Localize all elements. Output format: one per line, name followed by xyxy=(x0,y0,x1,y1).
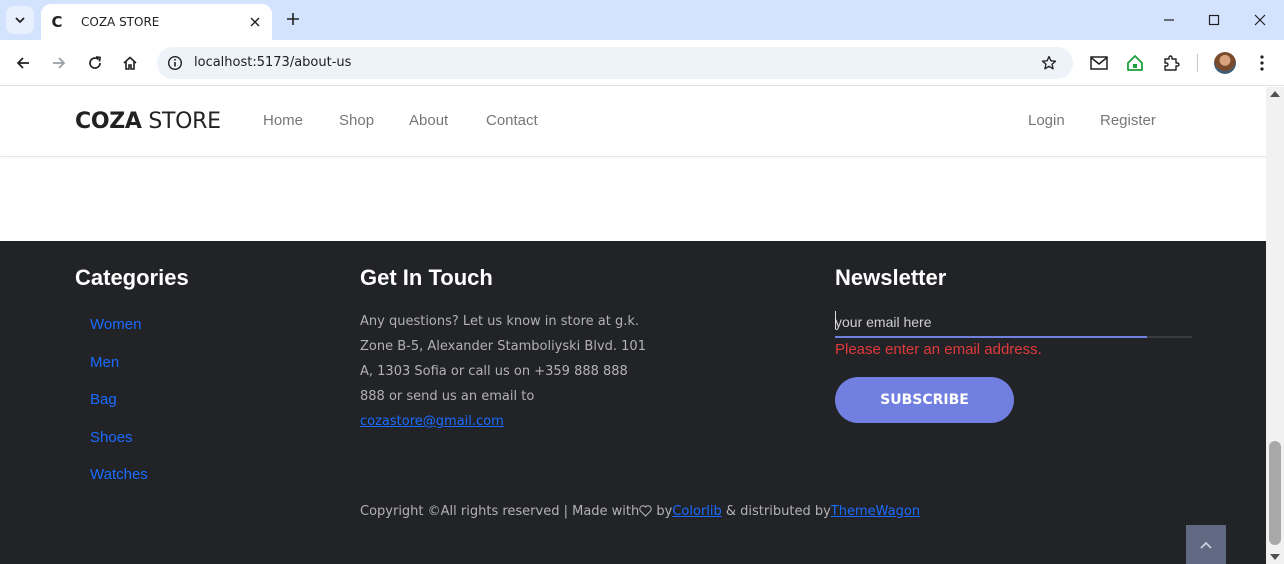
more-menu-icon[interactable] xyxy=(1250,51,1274,75)
contact-line: Zone B-5, Alexander Stamboliyski Blvd. 1… xyxy=(360,339,646,354)
browser-tab-bar: C COZA STORE xyxy=(0,0,1284,40)
close-icon xyxy=(250,17,260,27)
chevron-up-icon xyxy=(1200,541,1212,549)
nav-contact-link[interactable]: Contact xyxy=(486,112,538,129)
new-tab-button[interactable] xyxy=(282,8,304,30)
site-header: COZA STORE Home Shop About Contact Login… xyxy=(0,87,1266,157)
category-link-bag[interactable]: Bag xyxy=(90,391,117,408)
email-error-message: Please enter an email address. xyxy=(835,341,1042,358)
nav-home-link[interactable]: Home xyxy=(263,112,303,129)
categories-heading: Categories xyxy=(75,265,189,290)
home-button[interactable] xyxy=(116,49,144,77)
themewagon-link[interactable]: ThemeWagon xyxy=(831,504,920,519)
contact-line: A, 1303 Sofia or call us on +359 888 888 xyxy=(360,364,628,379)
home-icon xyxy=(123,56,137,70)
colorlib-link[interactable]: Colorlib xyxy=(672,504,721,519)
maximize-button[interactable] xyxy=(1191,0,1237,40)
page-scrollbar[interactable] xyxy=(1266,87,1284,564)
newsletter-email-input[interactable] xyxy=(835,307,1192,337)
site-logo[interactable]: COZA STORE xyxy=(75,109,221,134)
copyright-text: Copyright ©All rights reserved | Made wi… xyxy=(360,504,921,519)
reload-icon xyxy=(89,56,101,69)
gmail-extension-icon[interactable] xyxy=(1087,51,1111,75)
minimize-button[interactable] xyxy=(1146,0,1192,40)
browser-toolbar: localhost:5173/about-us xyxy=(0,40,1284,86)
nav-shop-link[interactable]: Shop xyxy=(339,112,374,129)
chevron-down-icon xyxy=(15,17,25,24)
toolbar-divider xyxy=(1197,54,1198,72)
text-caret xyxy=(835,311,836,329)
arrow-right-icon xyxy=(53,57,66,69)
scroll-up-arrow-icon[interactable] xyxy=(1270,91,1280,97)
tab-search-button[interactable] xyxy=(6,6,34,34)
plus-icon xyxy=(287,13,299,25)
profile-avatar[interactable] xyxy=(1214,52,1236,74)
close-tab-button[interactable] xyxy=(246,13,264,31)
forward-button[interactable] xyxy=(45,49,73,77)
category-link-women[interactable]: Women xyxy=(90,316,141,333)
contact-info: Any questions? Let us know in store at g… xyxy=(360,309,660,434)
scroll-down-arrow-icon[interactable] xyxy=(1270,554,1280,560)
close-window-button[interactable] xyxy=(1237,0,1283,40)
tab-title: COZA STORE xyxy=(81,15,160,29)
heart-icon xyxy=(639,505,652,517)
address-bar[interactable]: localhost:5173/about-us xyxy=(157,47,1073,79)
register-link[interactable]: Register xyxy=(1100,112,1156,129)
page-viewport: COZA STORE Home Shop About Contact Login… xyxy=(0,87,1266,564)
category-link-shoes[interactable]: Shoes xyxy=(90,429,133,446)
minimize-icon xyxy=(1164,19,1174,21)
browser-tab[interactable]: C COZA STORE xyxy=(41,4,272,40)
bookmark-star-icon[interactable] xyxy=(1039,53,1059,73)
arrow-left-icon xyxy=(16,57,29,69)
newsletter-heading: Newsletter xyxy=(835,265,947,290)
site-info-icon[interactable] xyxy=(166,54,184,72)
favicon-icon: C xyxy=(51,13,63,31)
site-footer: Categories Women Men Bag Shoes Watches G… xyxy=(0,241,1266,564)
contact-email-link[interactable]: cozastore@gmail.com xyxy=(360,414,504,429)
login-link[interactable]: Login xyxy=(1028,112,1065,129)
nav-about-link[interactable]: About xyxy=(409,112,448,129)
contact-line: Any questions? Let us know in store at g… xyxy=(360,314,640,329)
category-link-watches[interactable]: Watches xyxy=(90,466,148,483)
back-button[interactable] xyxy=(9,49,37,77)
email-underline-focus xyxy=(835,336,1147,338)
subscribe-button[interactable]: SUBSCRIBE xyxy=(835,377,1014,423)
get-in-touch-heading: Get In Touch xyxy=(360,265,493,290)
reload-button[interactable] xyxy=(81,49,109,77)
maximize-icon xyxy=(1208,14,1220,26)
extensions-puzzle-icon[interactable] xyxy=(1159,51,1183,75)
back-to-top-button[interactable] xyxy=(1186,525,1226,564)
scrollbar-thumb[interactable] xyxy=(1269,441,1281,545)
url-text: localhost:5173/about-us xyxy=(194,55,352,70)
category-link-men[interactable]: Men xyxy=(90,354,119,371)
contact-line: 888 or send us an email to xyxy=(360,389,535,404)
close-icon xyxy=(1254,14,1266,26)
home-extension-icon[interactable] xyxy=(1123,51,1147,75)
